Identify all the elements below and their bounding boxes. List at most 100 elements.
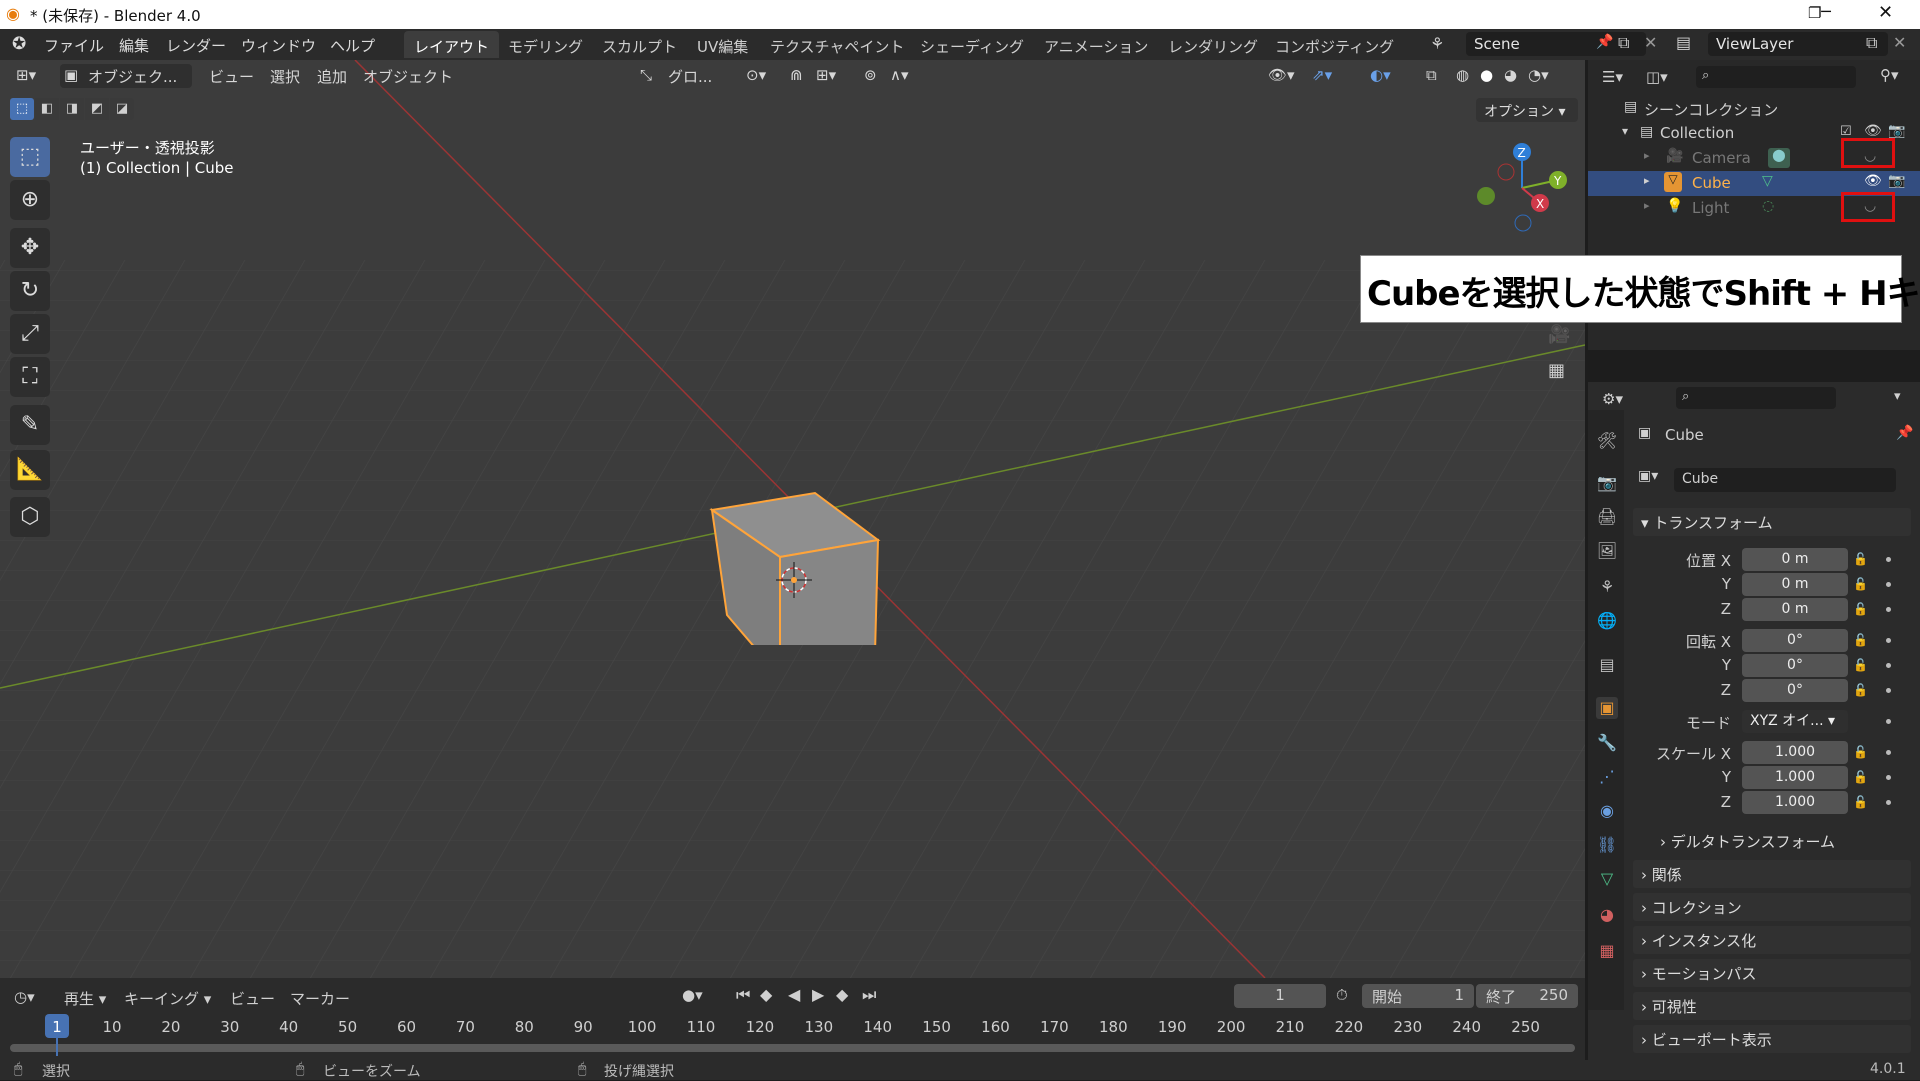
- select-extend-icon[interactable]: ◧: [35, 98, 59, 120]
- start-frame-field[interactable]: 開始 1: [1362, 984, 1474, 1008]
- collections-panel-header[interactable]: › コレクション: [1633, 893, 1911, 921]
- tab-sculpt[interactable]: スカルプト: [592, 31, 687, 58]
- delete-scene-icon[interactable]: ✕: [1644, 33, 1657, 52]
- select-intersect-icon[interactable]: ◪: [110, 98, 134, 120]
- keyframe-dot[interactable]: [1886, 557, 1891, 562]
- material-tab-icon[interactable]: ◕: [1596, 904, 1618, 926]
- cube-object[interactable]: [700, 425, 920, 645]
- xray-icon[interactable]: ⧉: [1426, 66, 1437, 84]
- expand-icon[interactable]: ▾: [1622, 124, 1628, 138]
- next-keyframe-icon[interactable]: ◆: [836, 985, 848, 1004]
- rotate-tool[interactable]: ↻: [10, 271, 50, 311]
- object-name-field[interactable]: Cube: [1674, 468, 1896, 492]
- keyframe-dot[interactable]: [1886, 800, 1891, 805]
- object-tab-icon[interactable]: ▣: [1596, 697, 1618, 719]
- scale-y-field[interactable]: 1.000: [1742, 766, 1848, 789]
- view-layer-tab-icon[interactable]: 🖼: [1596, 540, 1618, 562]
- tool-tab-icon[interactable]: 🛠: [1596, 430, 1618, 452]
- render-icon[interactable]: 📷: [1888, 173, 1905, 189]
- delete-view-layer-icon[interactable]: ✕: [1893, 33, 1906, 52]
- instancing-panel-header[interactable]: › インスタンス化: [1633, 926, 1911, 954]
- viewport-display-panel-header[interactable]: › ビューポート表示: [1633, 1025, 1911, 1053]
- lock-icon[interactable]: 🔓: [1853, 658, 1868, 672]
- scene-tab-icon[interactable]: ⚘: [1596, 576, 1618, 598]
- properties-options-icon[interactable]: ▾: [1894, 389, 1901, 404]
- move-tool[interactable]: ✥: [10, 228, 50, 268]
- lock-icon[interactable]: 🔓: [1853, 770, 1868, 784]
- lock-icon[interactable]: 🔓: [1853, 633, 1868, 647]
- world-tab-icon[interactable]: 🌐: [1596, 610, 1618, 632]
- rotation-y-field[interactable]: 0°: [1742, 654, 1848, 677]
- texture-tab-icon[interactable]: ▦: [1596, 940, 1618, 962]
- ortho-toggle-icon[interactable]: ▦: [1548, 360, 1565, 381]
- select-invert-icon[interactable]: ◩: [85, 98, 109, 120]
- tab-rendering[interactable]: レンダリング: [1158, 31, 1268, 58]
- select-menu[interactable]: 選択: [270, 66, 300, 87]
- measure-tool[interactable]: 📐: [10, 450, 50, 490]
- camera-data-icon[interactable]: ⬤: [1768, 148, 1790, 168]
- render-icon[interactable]: 📷: [1888, 123, 1905, 139]
- menu-window[interactable]: ウィンドウ: [241, 35, 316, 56]
- rotation-z-field[interactable]: 0°: [1742, 679, 1848, 702]
- location-y-field[interactable]: 0 m: [1742, 573, 1848, 596]
- marker-menu[interactable]: マーカー: [290, 988, 350, 1009]
- data-tab-icon[interactable]: ▽: [1596, 868, 1618, 890]
- snap-target-icon[interactable]: ⊞▾: [816, 66, 836, 84]
- new-view-layer-icon[interactable]: ⧉: [1866, 33, 1877, 53]
- add-cube-tool[interactable]: ⬡: [10, 497, 50, 537]
- jump-start-icon[interactable]: ⏮: [736, 985, 750, 1005]
- pin-icon[interactable]: 📌: [1896, 425, 1913, 441]
- falloff-icon[interactable]: ∧▾: [890, 66, 909, 84]
- scale-x-field[interactable]: 1.000: [1742, 741, 1848, 764]
- menu-edit[interactable]: 編集: [119, 35, 149, 56]
- pin-icon[interactable]: 📌: [1596, 34, 1613, 50]
- play-reverse-icon[interactable]: ◀: [788, 985, 800, 1004]
- transform-tool[interactable]: ⛶: [10, 357, 50, 397]
- select-new-icon[interactable]: ⬚: [10, 98, 34, 120]
- location-x-field[interactable]: 0 m: [1742, 548, 1848, 571]
- tab-layout[interactable]: レイアウト: [404, 31, 500, 58]
- 3d-viewport[interactable]: [0, 60, 1585, 978]
- object-type-icon[interactable]: ▣▾: [1638, 468, 1658, 484]
- keyframe-dot[interactable]: [1886, 607, 1891, 612]
- keying-menu[interactable]: キーイング ▾: [124, 988, 211, 1009]
- motion-paths-panel-header[interactable]: › モーションパス: [1633, 959, 1911, 987]
- close-window-icon[interactable]: ✕: [1878, 2, 1898, 26]
- cursor-tool[interactable]: ⊕: [10, 180, 50, 220]
- particles-tab-icon[interactable]: ⋰: [1596, 766, 1618, 788]
- properties-editor-icon[interactable]: ⚙▾: [1602, 390, 1623, 408]
- visibility-icon[interactable]: 👁▾: [1268, 66, 1295, 84]
- blender-menu-icon[interactable]: ✪: [12, 34, 26, 54]
- lock-icon[interactable]: 🔓: [1853, 552, 1868, 566]
- mesh-data-icon[interactable]: ▽: [1762, 173, 1773, 189]
- expand-icon[interactable]: ▸: [1644, 174, 1650, 187]
- material-shading-icon[interactable]: ◕: [1504, 66, 1517, 84]
- solid-shading-icon[interactable]: ●: [1480, 66, 1493, 84]
- navigation-gizmo[interactable]: Z Y X: [1470, 138, 1580, 238]
- eye-icon[interactable]: 👁: [1864, 123, 1882, 139]
- snap-icon[interactable]: ⋒: [790, 66, 803, 84]
- play-icon[interactable]: ▶: [812, 985, 824, 1004]
- annotate-tool[interactable]: ✎: [10, 405, 50, 445]
- relations-panel-header[interactable]: › 関係: [1633, 860, 1911, 888]
- keyframe-dot[interactable]: [1886, 688, 1891, 693]
- tab-compositing[interactable]: コンポジティング: [1265, 31, 1404, 58]
- wireframe-shading-icon[interactable]: ◍: [1456, 66, 1469, 84]
- mode-dropdown[interactable]: オブジェク...: [88, 66, 177, 87]
- outliner-search-input[interactable]: ⌕: [1696, 66, 1856, 88]
- collection-tab-icon[interactable]: ▤: [1596, 654, 1618, 676]
- scale-z-field[interactable]: 1.000: [1742, 791, 1848, 814]
- location-z-field[interactable]: 0 m: [1742, 598, 1848, 621]
- menu-file[interactable]: ファイル: [44, 35, 104, 56]
- timeline-scrollbar[interactable]: [10, 1044, 1575, 1052]
- keyframe-dot[interactable]: [1886, 582, 1891, 587]
- editor-type-icon[interactable]: ⊞▾: [16, 66, 36, 84]
- tab-modeling[interactable]: モデリング: [498, 31, 593, 58]
- select-subtract-icon[interactable]: ◨: [60, 98, 84, 120]
- jump-end-icon[interactable]: ⏭: [862, 985, 876, 1005]
- view-layer-field[interactable]: ViewLayer: [1708, 32, 1888, 56]
- lock-icon[interactable]: 🔓: [1853, 745, 1868, 759]
- prev-keyframe-icon[interactable]: ◆: [760, 985, 772, 1004]
- physics-tab-icon[interactable]: ◉: [1596, 800, 1618, 822]
- transform-panel-header[interactable]: ▾ トランスフォーム: [1633, 508, 1911, 536]
